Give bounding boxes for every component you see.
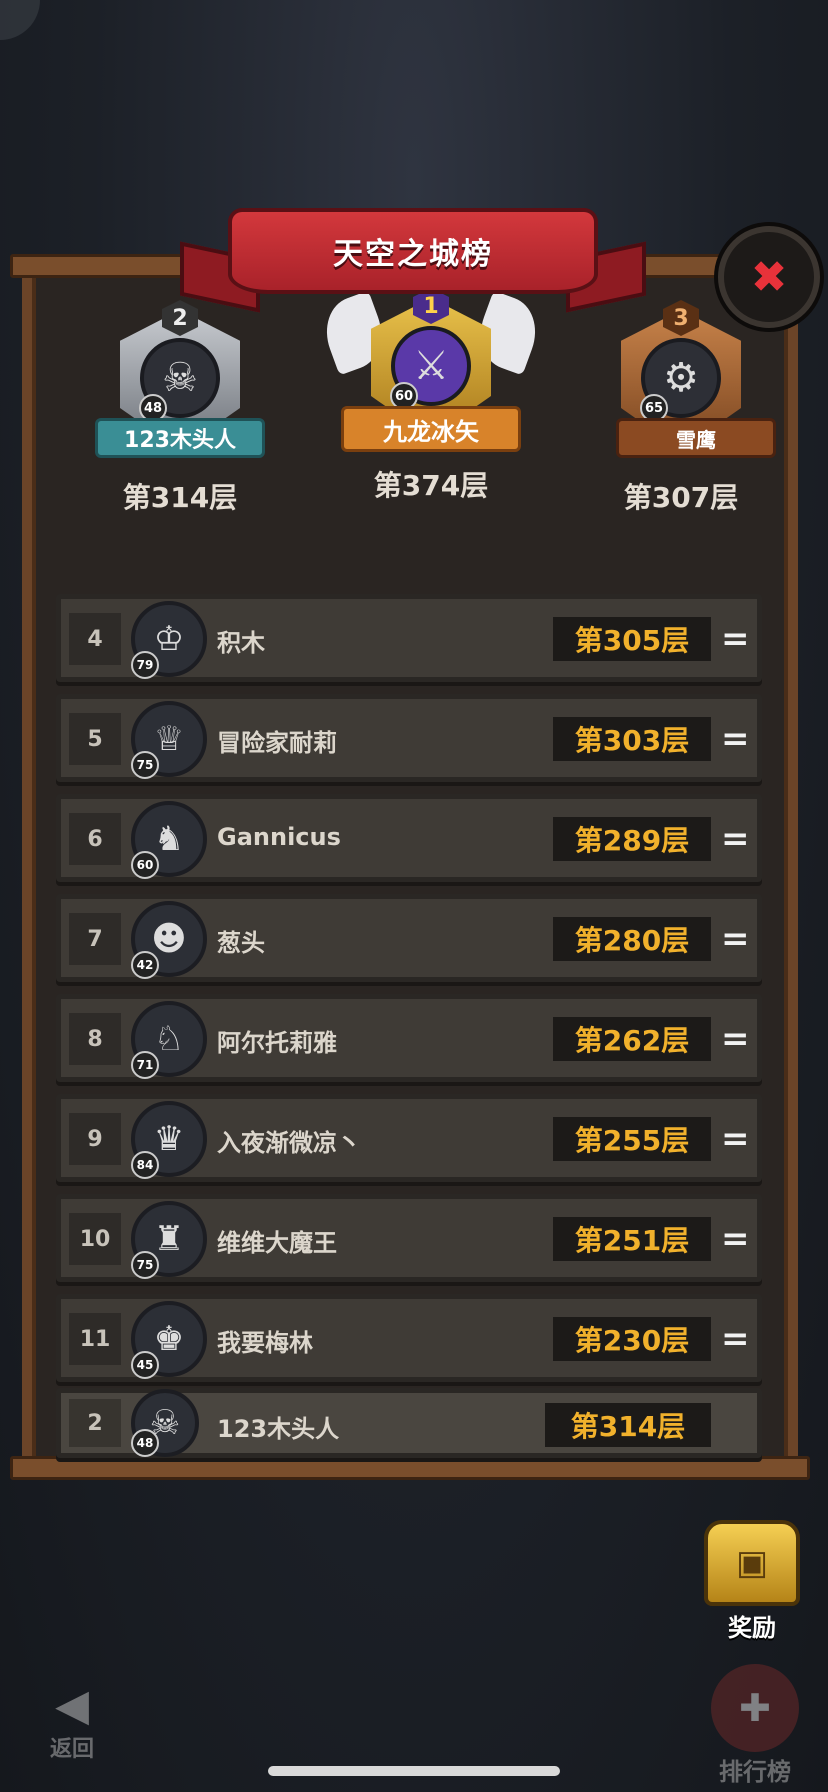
silver-medal: ☠ 2 48 123木头人: [95, 300, 265, 470]
podium-rank-2[interactable]: ☠ 2 48 123木头人 第314层: [80, 300, 280, 516]
level-badge: 71: [131, 1051, 159, 1079]
floor-value: 第314层: [122, 481, 238, 514]
floor-value: 第305层: [553, 617, 711, 661]
title-ribbon: 天空之城榜: [228, 208, 598, 294]
player-name: 我要梅林: [217, 1329, 313, 1357]
floor-value: 第307层: [623, 481, 739, 514]
player-name: 九龙冰矢: [341, 406, 521, 452]
trend-equal-icon: =: [721, 719, 750, 759]
ranking-row-7[interactable]: 7 ☻ 42 葱头 第280层 =: [56, 894, 762, 982]
bronze-medal: ⚙ 3 65 雪鹰: [606, 300, 776, 470]
home-indicator[interactable]: [268, 1766, 560, 1776]
back-arrow-icon: ◀: [55, 1680, 89, 1731]
ranking-icon: ✚: [711, 1664, 799, 1752]
level-badge: 75: [131, 751, 159, 779]
player-name: 123木头人: [95, 418, 265, 458]
close-icon: ✖: [750, 251, 788, 303]
player-name: 入夜渐微凉丶: [217, 1129, 361, 1157]
player-name: 雪鹰: [616, 418, 776, 458]
floor-value: 第230层: [553, 1317, 711, 1361]
reward-button[interactable]: ▣ 奖励: [702, 1520, 802, 1643]
rank-number: 8: [69, 1013, 121, 1065]
trend-equal-icon: =: [721, 619, 750, 659]
close-button[interactable]: ✖: [718, 226, 820, 328]
player-name: 积木: [217, 629, 265, 657]
rank-number: 5: [69, 713, 121, 765]
rank-number: 11: [69, 1313, 121, 1365]
level-badge: 42: [131, 951, 159, 979]
player-name: 阿尔托莉雅: [217, 1029, 337, 1057]
level-badge: 79: [131, 651, 159, 679]
level-badge: 48: [131, 1429, 159, 1457]
floor-value: 第314层: [545, 1403, 711, 1447]
podium-rank-1[interactable]: ⚔ 1 60 九龙冰矢 第374层: [315, 288, 547, 504]
player-name: 葱头: [217, 929, 265, 957]
ranking-row-5[interactable]: 5 ♕ 75 冒险家耐莉 第303层 =: [56, 694, 762, 782]
ranking-list[interactable]: 4 ♔ 79 积木 第305层 = 5 ♕ 75 冒险家耐莉 第303层 = 6…: [56, 594, 762, 1470]
rank-number: 4: [69, 613, 121, 665]
trend-equal-icon: =: [721, 1219, 750, 1259]
ranking-row-10[interactable]: 10 ♜ 75 维维大魔王 第251层 =: [56, 1194, 762, 1282]
my-ranking-row[interactable]: 2 ☠ 48 123木头人 第314层: [56, 1388, 762, 1458]
level-badge: 75: [131, 1251, 159, 1279]
ranking-label: 排行榜: [719, 1758, 791, 1786]
ranking-row-6[interactable]: 6 ♞ 60 Gannicus 第289层 =: [56, 794, 762, 882]
floor-value: 第289层: [553, 817, 711, 861]
player-name: Gannicus: [217, 823, 341, 851]
page-title: 天空之城榜: [333, 237, 493, 272]
gold-medal: ⚔ 1 60 九龙冰矢: [315, 288, 547, 458]
trend-equal-icon: =: [721, 819, 750, 859]
ranking-button[interactable]: ✚ 排行榜: [700, 1664, 810, 1787]
player-name: 123木头人: [217, 1415, 340, 1443]
level-badge: 84: [131, 1151, 159, 1179]
trend-equal-icon: =: [721, 1119, 750, 1159]
podium-rank-3[interactable]: ⚙ 3 65 雪鹰 第307层: [581, 300, 781, 516]
ranking-row-11[interactable]: 11 ♚ 45 我要梅林 第230层 =: [56, 1294, 762, 1382]
trend-equal-icon: =: [721, 1319, 750, 1359]
reward-label: 奖励: [728, 1614, 776, 1642]
trend-equal-icon: =: [721, 1019, 750, 1059]
floor-value: 第255层: [553, 1117, 711, 1161]
rank-number: 6: [69, 813, 121, 865]
ranking-row-9[interactable]: 9 ♛ 84 入夜渐微凉丶 第255层 =: [56, 1094, 762, 1182]
trend-equal-icon: =: [721, 919, 750, 959]
floor-value: 第262层: [553, 1017, 711, 1061]
rank-number: 2: [69, 1399, 121, 1447]
rank-number: 7: [69, 913, 121, 965]
floor-value: 第374层: [373, 469, 489, 502]
back-button[interactable]: ◀ 返回: [24, 1680, 120, 1776]
floor-value: 第251层: [553, 1217, 711, 1261]
treasure-chest-icon: ▣: [704, 1520, 800, 1606]
floor-value: 第303层: [553, 717, 711, 761]
rank-number: 10: [69, 1213, 121, 1265]
ranking-row-4[interactable]: 4 ♔ 79 积木 第305层 =: [56, 594, 762, 682]
ranking-row-8[interactable]: 8 ♘ 71 阿尔托莉雅 第262层 =: [56, 994, 762, 1082]
player-name: 维维大魔王: [217, 1229, 337, 1257]
back-label: 返回: [49, 1737, 94, 1762]
floor-value: 第280层: [553, 917, 711, 961]
level-badge: 45: [131, 1351, 159, 1379]
level-badge: 60: [131, 851, 159, 879]
rank-number: 9: [69, 1113, 121, 1165]
player-name: 冒险家耐莉: [217, 729, 337, 757]
